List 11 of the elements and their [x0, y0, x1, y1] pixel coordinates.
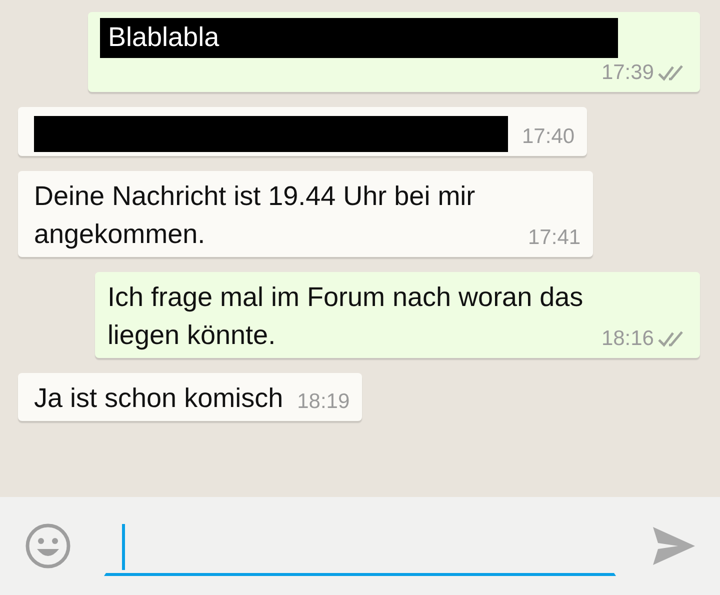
message-time: 18:16 — [601, 326, 654, 352]
message-text: Blablabla — [107, 22, 220, 52]
send-icon[interactable] — [652, 526, 696, 566]
message-text: Ja ist schon komisch — [34, 382, 284, 415]
message-time: 17:39 — [601, 60, 654, 86]
message-time: 17:40 — [522, 124, 575, 150]
message-text: Ich frage mal im Forum nach woran das liegen könnte. — [107, 281, 584, 352]
message-time: 18:19 — [297, 389, 350, 415]
emoji-icon[interactable] — [25, 523, 71, 569]
message-time: 17:41 — [528, 225, 581, 251]
message-text: Deine Nachricht ist 19.44 Uhr bei mir angekommen. — [34, 180, 476, 251]
